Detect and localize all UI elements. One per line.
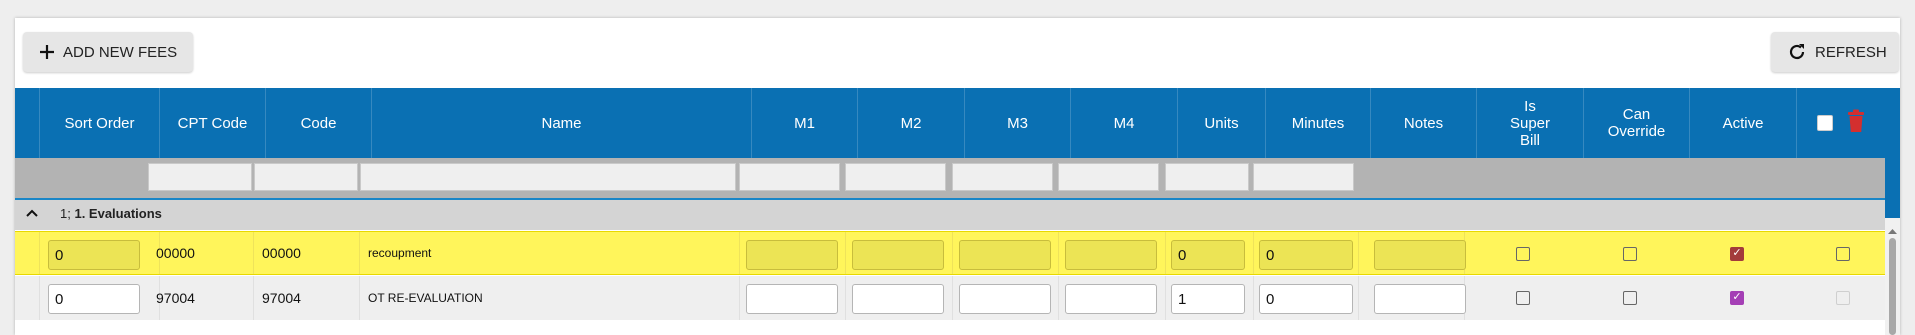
active-checkbox[interactable]: ✓: [1730, 291, 1744, 305]
row-spacer: [15, 232, 40, 274]
col-m4[interactable]: M4: [1071, 88, 1178, 158]
filter-cpt-code[interactable]: [148, 163, 252, 191]
cell-code: 00000: [254, 232, 360, 274]
col-m3[interactable]: M3: [965, 88, 1071, 158]
fees-panel: ADD NEW FEES REFRESH Sort Order CPT Code…: [15, 18, 1900, 335]
cell-minutes: 0: [1254, 232, 1359, 274]
refresh-label: REFRESH: [1815, 43, 1887, 61]
filter-row: [15, 158, 1885, 198]
col-m1[interactable]: M1: [752, 88, 858, 158]
m4-input[interactable]: [1065, 240, 1157, 270]
scrollbar-thumb[interactable]: [1889, 238, 1896, 335]
cell-m2: [846, 276, 953, 320]
m2-input[interactable]: [852, 240, 944, 270]
sort-order-input[interactable]: 0: [48, 240, 140, 270]
sort-order-input[interactable]: 0: [48, 284, 140, 314]
refresh-button[interactable]: REFRESH: [1771, 32, 1899, 72]
col-can-override[interactable]: Can Override: [1584, 88, 1690, 158]
filter-units[interactable]: [1165, 163, 1249, 191]
cell-sort-order: 0: [40, 232, 160, 274]
minutes-input[interactable]: 0: [1259, 240, 1353, 270]
cell-cpt-code: 00000: [148, 232, 254, 274]
add-new-fees-button[interactable]: ADD NEW FEES: [23, 32, 193, 72]
is-super-bill-checkbox[interactable]: [1516, 247, 1530, 261]
cell-code: 97004: [254, 276, 360, 320]
cell-m2: [846, 232, 953, 274]
notes-input[interactable]: [1374, 284, 1466, 314]
plus-icon: [39, 44, 55, 60]
col-select-delete: [1797, 88, 1885, 158]
units-input[interactable]: 0: [1171, 240, 1245, 270]
m3-input[interactable]: [959, 240, 1051, 270]
cell-cpt-code: 97004: [148, 276, 254, 320]
units-input[interactable]: 1: [1171, 284, 1245, 314]
col-units[interactable]: Units: [1178, 88, 1266, 158]
col-active[interactable]: Active: [1690, 88, 1797, 158]
cell-m4: [1059, 276, 1166, 320]
col-minutes[interactable]: Minutes: [1266, 88, 1371, 158]
col-sort-order[interactable]: Sort Order: [40, 88, 160, 158]
select-all-checkbox[interactable]: [1817, 115, 1833, 131]
filter-m3[interactable]: [952, 163, 1053, 191]
cell-units: 1: [1166, 276, 1254, 320]
col-code[interactable]: Code: [266, 88, 372, 158]
filter-code[interactable]: [254, 163, 358, 191]
table-row[interactable]: 0 97004 97004 OT RE-EVALUATION 1 0 ✓: [15, 276, 1885, 320]
cell-m3: [953, 232, 1059, 274]
filter-m2[interactable]: [845, 163, 946, 191]
row-spacer: [15, 276, 40, 320]
m1-input[interactable]: [746, 240, 838, 270]
refresh-icon: [1787, 42, 1807, 62]
table-row[interactable]: 0 00000 00000 recoupment 0 0 ✓: [15, 231, 1885, 275]
cell-m4: [1059, 232, 1166, 274]
group-row[interactable]: 1; 1. Evaluations: [15, 198, 1885, 230]
filter-name[interactable]: [360, 163, 736, 191]
can-override-checkbox[interactable]: [1623, 247, 1637, 261]
row-select-checkbox[interactable]: [1836, 291, 1850, 305]
header-scroll-gutter: [1885, 158, 1900, 218]
col-is-super-bill[interactable]: Is Super Bill: [1477, 88, 1584, 158]
filter-m1[interactable]: [739, 163, 840, 191]
m3-input[interactable]: [959, 284, 1051, 314]
active-checkbox[interactable]: ✓: [1730, 247, 1744, 261]
grid-header: Sort Order CPT Code Code Name M1 M2 M3 M…: [15, 88, 1900, 158]
row-select-checkbox[interactable]: [1836, 247, 1850, 261]
filter-m4[interactable]: [1058, 163, 1159, 191]
cell-m3: [953, 276, 1059, 320]
group-prefix: 1;: [60, 206, 71, 221]
m1-input[interactable]: [746, 284, 838, 314]
header-spacer: [15, 88, 40, 158]
col-cpt-code[interactable]: CPT Code: [160, 88, 266, 158]
cell-minutes: 0: [1254, 276, 1359, 320]
col-name[interactable]: Name: [372, 88, 752, 158]
m4-input[interactable]: [1065, 284, 1157, 314]
trash-icon[interactable]: [1847, 109, 1865, 137]
notes-input[interactable]: [1374, 240, 1466, 270]
is-super-bill-checkbox[interactable]: [1516, 291, 1530, 305]
cell-notes: [1359, 232, 1466, 274]
table-row: [15, 321, 1885, 335]
group-name: 1. Evaluations: [74, 206, 162, 221]
add-new-fees-label: ADD NEW FEES: [63, 43, 178, 61]
chevron-up-icon[interactable]: [25, 206, 39, 223]
cell-notes: [1359, 276, 1466, 320]
cell-units: 0: [1166, 232, 1254, 274]
m2-input[interactable]: [852, 284, 944, 314]
group-label: 1; 1. Evaluations: [60, 206, 162, 221]
cell-name: recoupment: [360, 232, 740, 274]
filter-minutes[interactable]: [1253, 163, 1354, 191]
cell-m1: [740, 232, 846, 274]
can-override-checkbox[interactable]: [1623, 291, 1637, 305]
cell-name: OT RE-EVALUATION: [360, 276, 740, 320]
vertical-scrollbar[interactable]: [1885, 218, 1900, 335]
col-m2[interactable]: M2: [858, 88, 965, 158]
cell-sort-order: 0: [40, 276, 160, 320]
col-notes[interactable]: Notes: [1371, 88, 1477, 158]
minutes-input[interactable]: 0: [1259, 284, 1353, 314]
cell-m1: [740, 276, 846, 320]
